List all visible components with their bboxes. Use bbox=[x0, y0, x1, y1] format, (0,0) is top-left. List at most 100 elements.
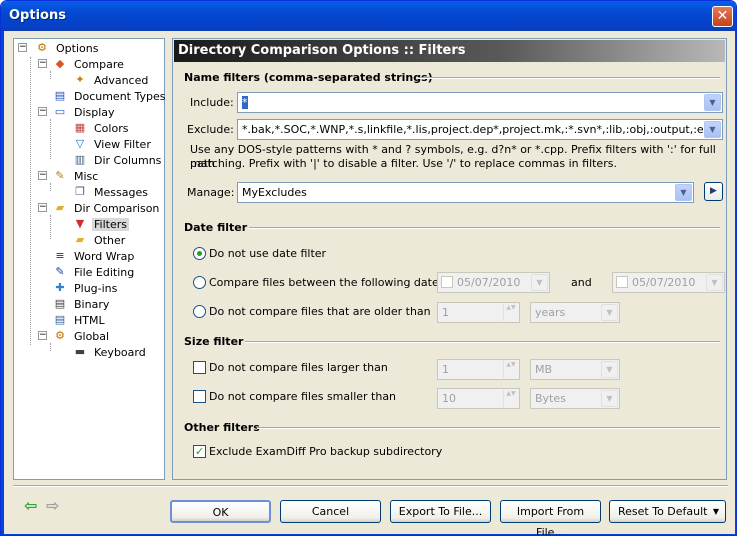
tree-label: Other bbox=[94, 233, 126, 247]
expander-options[interactable]: − bbox=[18, 43, 27, 52]
tree-item-other[interactable]: ▰ Other bbox=[72, 232, 127, 248]
chevron-down-icon[interactable]: ▼ bbox=[704, 121, 721, 138]
spin-arrows-icon[interactable]: ▲▼ bbox=[503, 390, 518, 407]
older-than-unit-select[interactable]: years ▼ bbox=[530, 302, 620, 323]
exclude-value: *.bak,*.SOC,*.WNP,*.s,linkfile,*.lis,pro… bbox=[242, 123, 723, 136]
cancel-button[interactable]: Cancel bbox=[280, 500, 381, 523]
html-icon: ▤ bbox=[54, 313, 66, 326]
tree-item-keyboard[interactable]: ▬ Keyboard bbox=[72, 344, 148, 360]
tree-item-dir-columns[interactable]: ▥ Dir Columns bbox=[72, 152, 163, 168]
include-input[interactable]: * ▼ bbox=[237, 92, 723, 113]
tree-item-misc[interactable]: ✎ Misc bbox=[52, 168, 100, 184]
tree-item-filters[interactable]: ▼ Filters bbox=[72, 216, 129, 232]
tree-label: Filters bbox=[92, 217, 129, 231]
older-than-label: Do not compare files that are older than bbox=[209, 305, 431, 318]
date-to-picker[interactable]: 05/07/2010 ▼ bbox=[612, 272, 725, 293]
ok-button[interactable]: OK bbox=[170, 500, 271, 523]
exclude-input[interactable]: *.bak,*.SOC,*.WNP,*.s,linkfile,*.lis,pro… bbox=[237, 119, 723, 140]
tree-item-binary[interactable]: ▤ Binary bbox=[52, 296, 111, 312]
window-body: − ⚙ Options − ◆ Compare ✦ Advanced ▤ Documen… bbox=[1, 31, 736, 535]
word-wrap-icon: ≡ bbox=[55, 249, 65, 262]
chevron-down-icon[interactable]: ▼ bbox=[706, 274, 723, 291]
smaller-than-spinner[interactable]: 10 ▲▼ bbox=[437, 388, 520, 409]
date-from-value: 05/07/2010 bbox=[457, 276, 521, 289]
manage-arrow-button[interactable]: ▶ bbox=[704, 182, 723, 201]
tree-label: Advanced bbox=[94, 73, 149, 87]
tree-item-document-types[interactable]: ▤ Document Types bbox=[52, 88, 167, 104]
forward-arrow-icon[interactable]: ⇨ bbox=[46, 496, 59, 515]
reset-button[interactable]: Reset To Default ▼ bbox=[609, 500, 726, 523]
chevron-down-icon[interactable]: ▼ bbox=[601, 390, 618, 407]
checkbox-smaller-than[interactable] bbox=[193, 390, 206, 403]
tree-label: Global bbox=[74, 329, 110, 343]
keyboard-icon: ▬ bbox=[74, 345, 86, 358]
close-button[interactable]: ✕ bbox=[712, 6, 733, 27]
tree-item-messages[interactable]: ❐ Messages bbox=[72, 184, 150, 200]
tree-item-word-wrap[interactable]: ≡ Word Wrap bbox=[52, 248, 136, 264]
larger-than-unit: MB bbox=[535, 363, 553, 376]
smaller-than-unit: Bytes bbox=[535, 392, 566, 405]
hint-line-2: matching. Prefix with '|' to disable a f… bbox=[190, 157, 617, 170]
divider bbox=[245, 341, 720, 343]
date-to-value: 05/07/2010 bbox=[632, 276, 696, 289]
divider bbox=[249, 227, 720, 229]
back-arrow-icon[interactable]: ⇦ bbox=[24, 496, 37, 515]
tree-item-file-editing[interactable]: ✎ File Editing bbox=[52, 264, 136, 280]
chevron-down-icon[interactable]: ▼ bbox=[601, 304, 618, 321]
expander-misc[interactable]: − bbox=[38, 171, 47, 180]
chevron-down-icon[interactable]: ▼ bbox=[531, 274, 548, 291]
smaller-than-value: 10 bbox=[442, 392, 456, 405]
tree-label: Compare bbox=[74, 57, 124, 71]
binary-icon: ▤ bbox=[54, 297, 66, 310]
export-button[interactable]: Export To File... bbox=[390, 500, 491, 523]
date-checkbox[interactable] bbox=[441, 276, 453, 288]
spin-arrows-icon[interactable]: ▲▼ bbox=[503, 304, 518, 321]
smaller-than-unit-select[interactable]: Bytes ▼ bbox=[530, 388, 620, 409]
date-checkbox[interactable] bbox=[616, 276, 628, 288]
expander-dir-comparison[interactable]: − bbox=[38, 203, 47, 212]
tree-item-dir-comparison[interactable]: ▰ Dir Comparison bbox=[52, 200, 161, 216]
exclude-backup-label: Exclude ExamDiff Pro backup subdirectory bbox=[209, 445, 443, 458]
radio-no-date-filter[interactable] bbox=[193, 247, 206, 260]
tree-label: Word Wrap bbox=[74, 249, 135, 263]
larger-than-unit-select[interactable]: MB ▼ bbox=[530, 359, 620, 380]
tree-item-display[interactable]: ▭ Display bbox=[52, 104, 117, 120]
checkbox-larger-than[interactable] bbox=[193, 361, 206, 374]
plugin-icon: ✚ bbox=[55, 281, 65, 294]
reset-label: Reset To Default bbox=[618, 505, 708, 518]
tree-item-view-filter[interactable]: ▽ View Filter bbox=[72, 136, 153, 152]
older-than-spinner[interactable]: 1 ▲▼ bbox=[437, 302, 520, 323]
chevron-down-icon[interactable]: ▼ bbox=[704, 94, 721, 111]
manage-select[interactable]: MyExcludes ▼ bbox=[237, 182, 694, 203]
larger-than-label: Do not compare files larger than bbox=[209, 361, 388, 374]
tree-item-options[interactable]: ⚙ Options bbox=[34, 40, 100, 56]
smaller-than-label: Do not compare files smaller than bbox=[209, 390, 397, 403]
date-from-picker[interactable]: 05/07/2010 ▼ bbox=[437, 272, 550, 293]
chevron-down-icon[interactable]: ▼ bbox=[713, 501, 719, 522]
tree-item-colors[interactable]: ▦ Colors bbox=[72, 120, 130, 136]
folder-icon: ▰ bbox=[55, 201, 65, 214]
tree-label: Plug-ins bbox=[74, 281, 118, 295]
no-date-filter-label: Do not use date filter bbox=[209, 247, 327, 260]
chevron-down-icon[interactable]: ▼ bbox=[601, 361, 618, 378]
expander-global[interactable]: − bbox=[38, 331, 47, 340]
tree-item-plug-ins[interactable]: ✚ Plug-ins bbox=[52, 280, 119, 296]
tree-item-global[interactable]: ⚙ Global bbox=[52, 328, 111, 344]
title-bar[interactable]: Options ✕ bbox=[1, 1, 736, 31]
expander-compare[interactable]: − bbox=[38, 59, 47, 68]
chevron-down-icon[interactable]: ▼ bbox=[675, 184, 692, 201]
tree-item-compare[interactable]: ◆ Compare bbox=[52, 56, 126, 72]
tree-label: Dir Columns bbox=[94, 153, 162, 167]
checkbox-exclude-backup[interactable]: ✓ bbox=[193, 445, 206, 458]
spin-arrows-icon[interactable]: ▲▼ bbox=[503, 361, 518, 378]
radio-between-dates[interactable] bbox=[193, 276, 206, 289]
folder-other-icon: ▰ bbox=[75, 233, 85, 246]
divider bbox=[418, 77, 720, 79]
tree-item-advanced[interactable]: ✦ Advanced bbox=[72, 72, 150, 88]
tree-item-html[interactable]: ▤ HTML bbox=[52, 312, 107, 328]
larger-than-spinner[interactable]: 1 ▲▼ bbox=[437, 359, 520, 380]
import-button[interactable]: Import From File... bbox=[500, 500, 601, 535]
expander-display[interactable]: − bbox=[38, 107, 47, 116]
radio-older-than[interactable] bbox=[193, 305, 206, 318]
footer-divider bbox=[13, 485, 728, 487]
